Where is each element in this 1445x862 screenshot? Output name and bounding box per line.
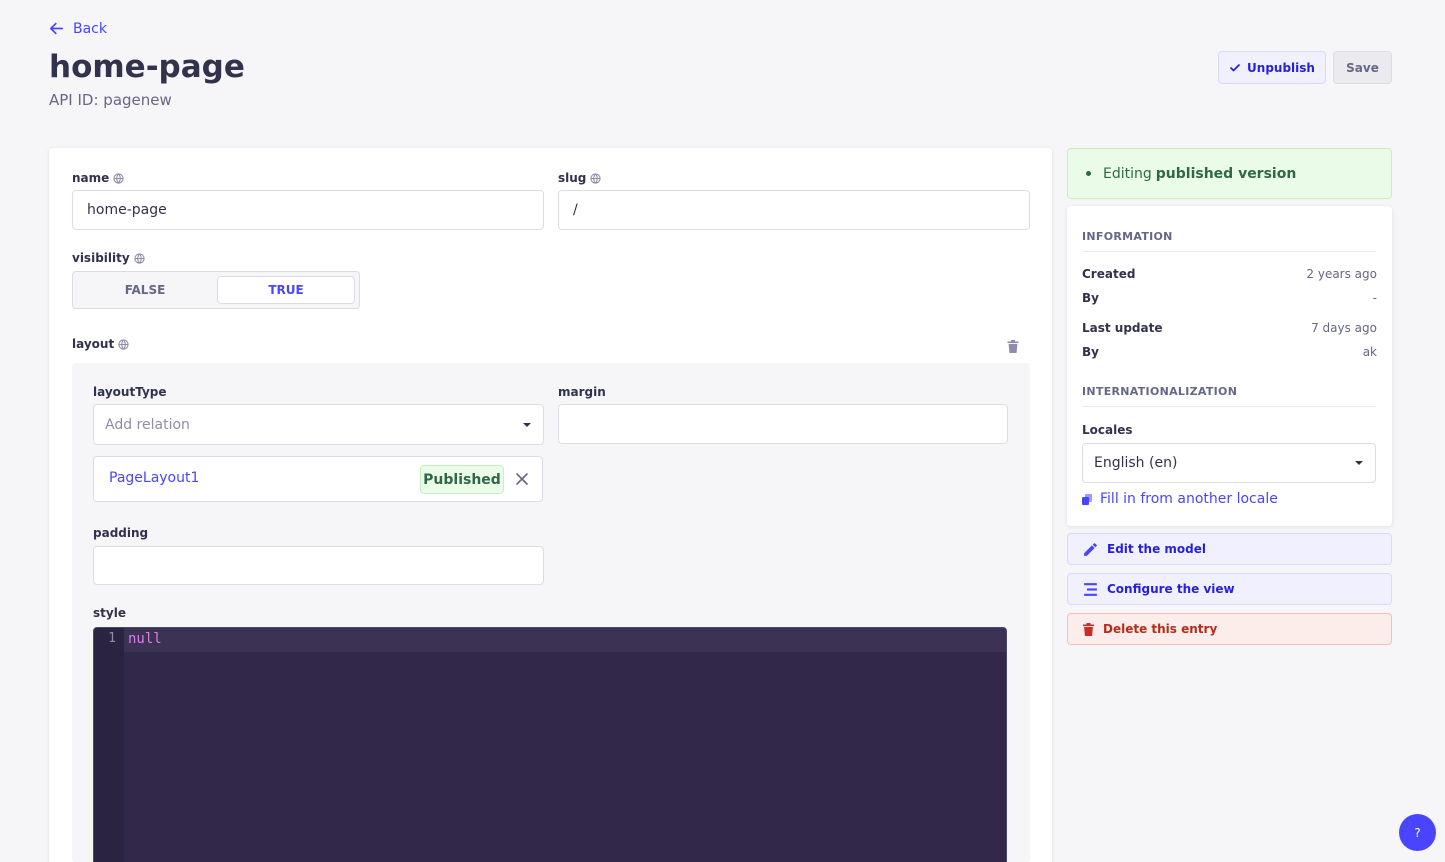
relation-item: PageLayout1 Published: [93, 456, 543, 502]
visibility-label-text: visibility: [72, 251, 130, 265]
caret-down-icon: [1355, 461, 1363, 465]
trash-icon: [1083, 622, 1094, 636]
name-field-label: name: [72, 171, 124, 185]
configure-view-button[interactable]: Configure the view: [1067, 573, 1392, 605]
created-value: 2 years ago: [1306, 267, 1377, 281]
edit-model-button[interactable]: Edit the model: [1067, 533, 1392, 565]
layout-field-label: layout: [72, 337, 129, 351]
slug-label-text: slug: [558, 171, 587, 185]
locales-label: Locales: [1082, 423, 1133, 437]
globe-icon: [113, 172, 124, 184]
layout-label-text: layout: [72, 337, 115, 351]
created-by-label: By: [1082, 291, 1099, 305]
globe-icon: [590, 172, 602, 184]
edit-model-label: Edit the model: [1107, 542, 1206, 556]
margin-label: margin: [558, 385, 606, 399]
name-label-text: name: [72, 171, 110, 185]
configure-view-label: Configure the view: [1107, 582, 1235, 596]
visibility-false-option[interactable]: FALSE: [77, 276, 213, 304]
globe-icon: [118, 338, 129, 350]
status-prefix: Editing: [1103, 165, 1152, 182]
style-label: style: [93, 606, 126, 620]
divider: [1082, 406, 1376, 407]
json-editor[interactable]: 1 null: [93, 627, 1007, 862]
updated-by-value: ak: [1362, 345, 1377, 359]
fill-link-label: Fill in from another locale: [1100, 491, 1278, 507]
status-banner: Editing published version: [1067, 148, 1392, 199]
slug-input[interactable]: /: [558, 190, 1030, 230]
divider: [1082, 251, 1376, 252]
delete-entry-button[interactable]: Delete this entry: [1067, 613, 1392, 645]
arrow-left-icon: [49, 22, 64, 35]
line-number: 1: [108, 631, 116, 646]
name-input[interactable]: home-page: [72, 190, 544, 230]
close-icon[interactable]: [514, 471, 530, 487]
active-line: [124, 628, 1006, 652]
padding-input[interactable]: [93, 546, 544, 585]
visibility-field-label: visibility: [72, 251, 145, 265]
locale-value: English (en): [1094, 455, 1178, 471]
unpublish-label: Unpublish: [1247, 60, 1315, 75]
back-label: Back: [73, 20, 107, 37]
padding-label: padding: [93, 526, 149, 540]
updated-label: Last update: [1082, 321, 1163, 335]
created-by-value: -: [1372, 291, 1377, 305]
locale-select[interactable]: English (en): [1082, 443, 1376, 483]
information-card: INFORMATION Created 2 years ago By - Las…: [1067, 206, 1392, 526]
list-settings-icon: [1084, 582, 1097, 596]
fill-from-locale-link[interactable]: Fill in from another locale: [1082, 491, 1278, 507]
help-button[interactable]: ?: [1399, 814, 1436, 851]
check-icon: [1230, 63, 1240, 71]
copy-icon: [1082, 493, 1092, 505]
save-label: Save: [1346, 60, 1379, 75]
save-button[interactable]: Save: [1333, 51, 1392, 84]
information-title: INFORMATION: [1082, 230, 1173, 243]
status-badge: Published: [420, 465, 504, 494]
globe-icon: [134, 252, 145, 264]
updated-value: 7 days ago: [1311, 321, 1377, 335]
updated-by-label: By: [1082, 345, 1099, 359]
status-dot: [1086, 171, 1091, 176]
unpublish-button[interactable]: Unpublish: [1218, 51, 1326, 84]
caret-down-icon: [523, 422, 531, 427]
layouttype-placeholder: Add relation: [105, 416, 190, 433]
created-label: Created: [1082, 267, 1136, 281]
slug-field-label: slug: [558, 171, 602, 185]
layouttype-label: layoutType: [93, 385, 167, 399]
delete-component-icon[interactable]: [1007, 340, 1019, 353]
pencil-icon: [1084, 542, 1097, 556]
api-id: API ID: pagenew: [49, 91, 172, 109]
delete-entry-label: Delete this entry: [1103, 622, 1218, 636]
status-bold: published version: [1155, 165, 1297, 182]
margin-input[interactable]: [558, 404, 1008, 444]
page-title: home-page: [49, 49, 245, 85]
visibility-toggle: FALSE TRUE: [72, 271, 360, 309]
visibility-true-option[interactable]: TRUE: [217, 276, 355, 304]
back-link[interactable]: Back: [48, 20, 107, 37]
editor-gutter: 1: [94, 628, 124, 862]
layouttype-select[interactable]: Add relation: [93, 404, 544, 445]
internationalization-title: INTERNATIONALIZATION: [1082, 385, 1238, 398]
code-text: null: [128, 631, 162, 647]
relation-link[interactable]: PageLayout1: [109, 470, 199, 486]
